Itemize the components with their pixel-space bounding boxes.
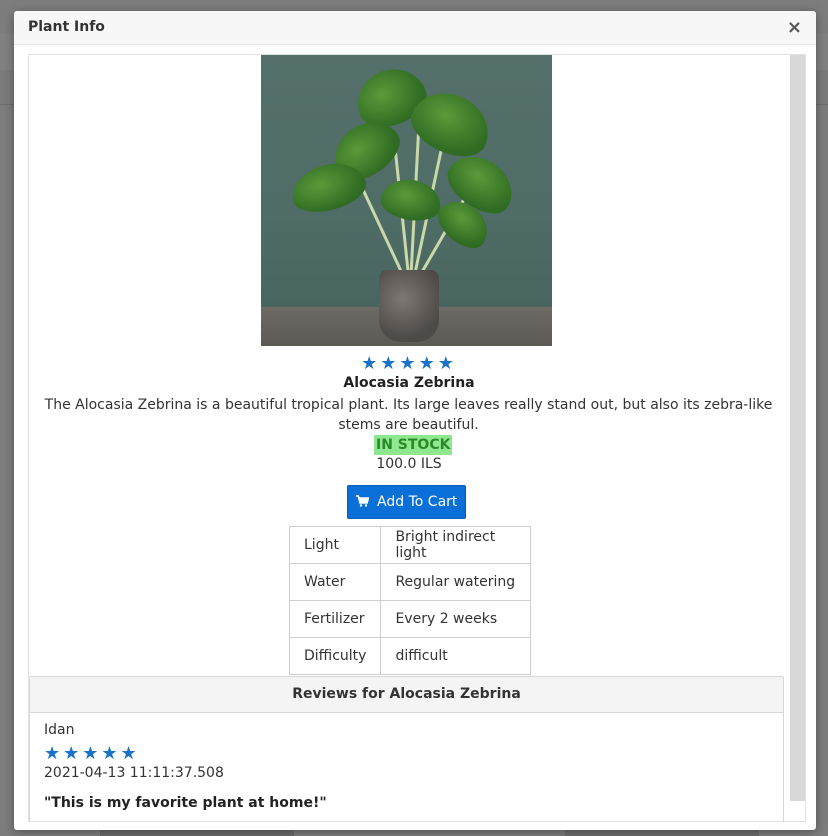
shopping-cart-icon [355, 494, 373, 510]
care-value: Regular watering [380, 563, 532, 601]
care-value: difficult [380, 637, 532, 675]
plant-image [261, 55, 552, 346]
plant-pot [379, 270, 439, 342]
scrollbar[interactable] [790, 55, 805, 801]
add-to-cart-label: Add To Cart [377, 494, 458, 510]
add-to-cart-button[interactable]: Add To Cart [347, 485, 466, 519]
modal-body[interactable]: ★★★★★ Alocasia Zebrina The Alocasia Zebr… [28, 54, 806, 822]
reviews-panel: Reviews for Alocasia Zebrina Idan ★★★★★ … [29, 676, 784, 821]
care-key: Light [288, 526, 382, 564]
table-row: Fertilizer Every 2 weeks [288, 600, 532, 638]
plant-care-table: Light Bright indirect light Water Regula… [288, 526, 532, 675]
plant-rating-stars: ★★★★★ [361, 353, 457, 374]
review-date: 2021-04-13 11:11:37.508 [44, 765, 224, 781]
modal-header: Plant Info × [14, 11, 816, 45]
care-key: Fertilizer [288, 600, 382, 638]
close-icon[interactable]: × [787, 19, 802, 37]
review-author: Idan [44, 722, 75, 738]
modal-title: Plant Info [28, 19, 105, 35]
review-rating-stars: ★★★★★ [44, 743, 140, 764]
table-row: Water Regular watering [288, 563, 532, 601]
stock-status-badge: IN STOCK [374, 435, 453, 455]
table-row: Light Bright indirect light [288, 526, 532, 564]
care-value: Every 2 weeks [380, 600, 532, 638]
review-text: "This is my favorite plant at home!" [44, 795, 327, 811]
plant-price: 100.0 ILS [376, 456, 442, 472]
reviews-header: Reviews for Alocasia Zebrina [30, 677, 783, 713]
plant-info-modal: Plant Info × ★★★★★ Alocasia Zebrina The … [14, 11, 816, 830]
plant-description: The Alocasia Zebrina is a beautiful trop… [44, 397, 773, 433]
table-row: Difficulty difficult [288, 637, 532, 675]
care-key: Water [288, 563, 382, 601]
plant-name: Alocasia Zebrina [343, 375, 475, 391]
care-value: Bright indirect light [380, 526, 532, 564]
care-key: Difficulty [288, 637, 382, 675]
